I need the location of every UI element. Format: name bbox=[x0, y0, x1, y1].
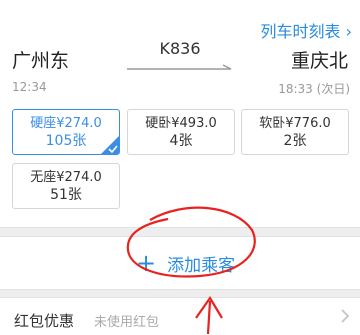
route-arrow-icon bbox=[127, 64, 232, 70]
seat-price: 硬座¥274.0 bbox=[30, 116, 102, 131]
coupon-row[interactable]: 红包优惠 未使用红包 bbox=[0, 297, 360, 335]
coupon-value: 未使用红包 bbox=[94, 315, 160, 330]
arrival-time: 18:33 (次日) bbox=[278, 82, 350, 96]
seat-option-hard-sleeper[interactable]: 硬卧¥493.0 4张 bbox=[127, 109, 235, 155]
chevron-right-icon bbox=[341, 309, 350, 323]
add-passenger-button[interactable]: + 添加乘客 bbox=[136, 249, 236, 277]
seat-count: 2张 bbox=[283, 133, 307, 149]
plus-icon: + bbox=[136, 249, 157, 277]
seat-price: 无座¥274.0 bbox=[30, 170, 102, 185]
seat-price: 软卧¥776.0 bbox=[259, 116, 331, 131]
seat-option-hard-seat[interactable]: 硬座¥274.0 105张 bbox=[12, 109, 120, 155]
departure-time: 12:34 bbox=[12, 80, 47, 94]
train-info-card: 列车时刻表 › 广州东 K836 重庆北 12:34 18:33 (次日) 硬座… bbox=[0, 0, 360, 228]
seat-count: 51张 bbox=[50, 187, 82, 203]
seat-price: 硬卧¥493.0 bbox=[145, 116, 217, 131]
coupon-label: 红包优惠 bbox=[14, 312, 75, 330]
check-icon bbox=[101, 136, 119, 154]
seat-count: 4张 bbox=[169, 133, 193, 149]
seat-option-no-seat[interactable]: 无座¥274.0 51张 bbox=[12, 163, 120, 209]
add-passenger-label: 添加乘客 bbox=[167, 255, 236, 276]
seat-option-soft-sleeper[interactable]: 软卧¥776.0 2张 bbox=[241, 109, 349, 155]
arrival-station: 重庆北 bbox=[290, 50, 348, 72]
passenger-section: + 添加乘客 bbox=[0, 236, 360, 290]
